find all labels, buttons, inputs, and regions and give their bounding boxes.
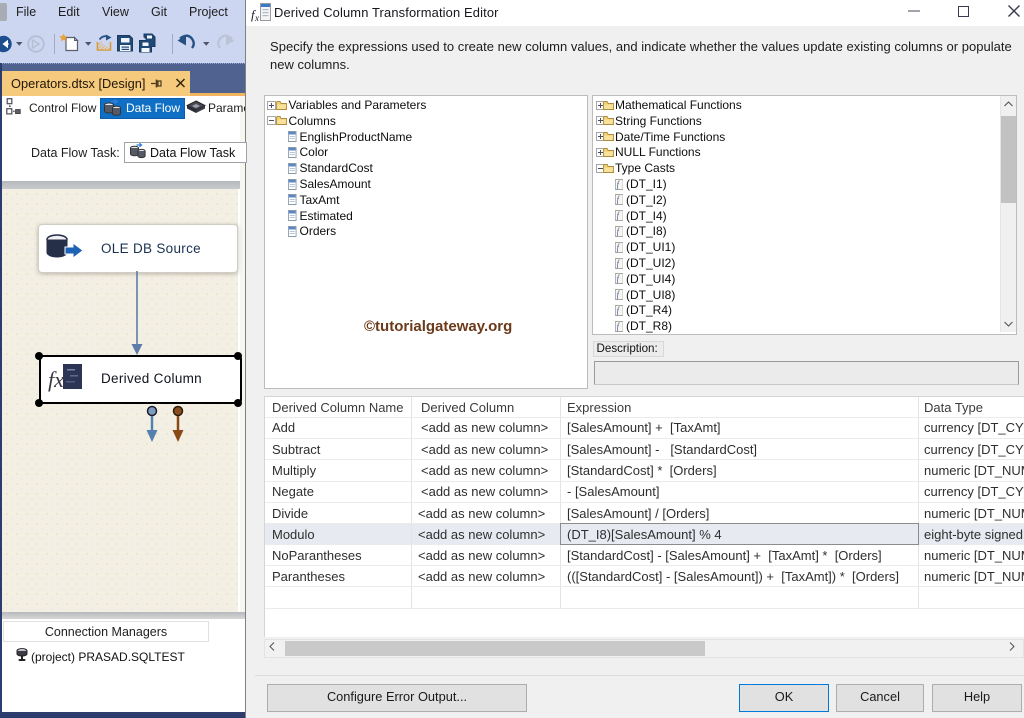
svg-text:fx: fx (48, 367, 64, 392)
svg-text:x: x (254, 13, 259, 23)
